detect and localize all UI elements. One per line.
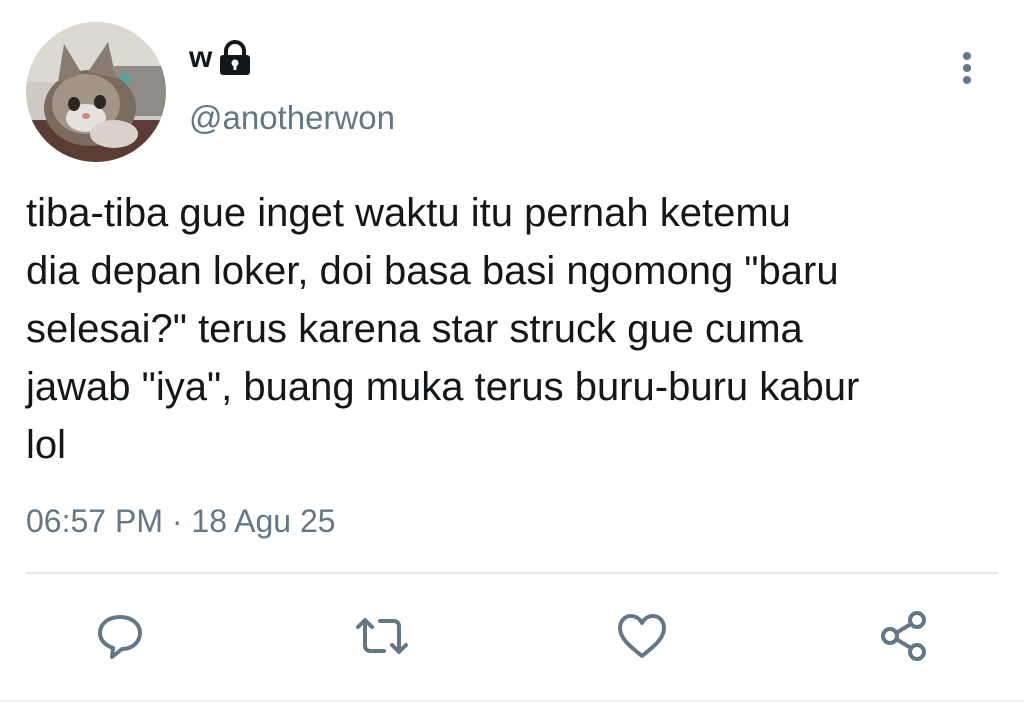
more-dot xyxy=(963,76,971,84)
tweet-text-line: selesai?" terus karena star struck gue c… xyxy=(26,307,803,351)
tweet-text-line: jawab "iya", buang muka terus buru-buru … xyxy=(26,365,860,409)
action-bar xyxy=(0,606,1024,666)
tweet-text: tiba-tiba gue inget waktu itu pernah ket… xyxy=(26,184,1016,474)
more-vertical-icon xyxy=(963,52,971,60)
divider xyxy=(26,572,998,574)
timestamp[interactable]: 06:57 PM · 18 Agu 25 xyxy=(26,498,336,544)
timestamp-separator: · xyxy=(171,503,183,539)
retweet-button[interactable] xyxy=(352,606,412,666)
more-dot xyxy=(963,64,971,72)
username[interactable]: @anotherwon xyxy=(189,96,395,140)
tweet-text-line: tiba-tiba gue inget waktu itu pernah ket… xyxy=(26,191,791,235)
reply-icon xyxy=(98,615,142,659)
tweet-time: 06:57 PM xyxy=(26,503,163,539)
more-options-button[interactable] xyxy=(952,46,982,90)
retweet-icon xyxy=(356,618,408,654)
display-name-row: w xyxy=(189,36,252,80)
reply-button[interactable] xyxy=(90,606,150,666)
tweet-text-line: lol xyxy=(26,423,67,467)
heart-icon xyxy=(618,614,666,658)
tweet-text-line: dia depan loker, doi basa basi ngomong "… xyxy=(26,249,839,293)
tweet-date: 18 Agu 25 xyxy=(191,503,336,539)
display-name[interactable]: w xyxy=(189,36,212,80)
bottom-divider xyxy=(0,700,1024,702)
avatar[interactable] xyxy=(26,22,166,162)
like-button[interactable] xyxy=(612,606,672,666)
avatar-image xyxy=(26,22,166,162)
share-icon xyxy=(881,611,926,661)
share-button[interactable] xyxy=(874,606,934,666)
lock-icon xyxy=(218,40,252,76)
